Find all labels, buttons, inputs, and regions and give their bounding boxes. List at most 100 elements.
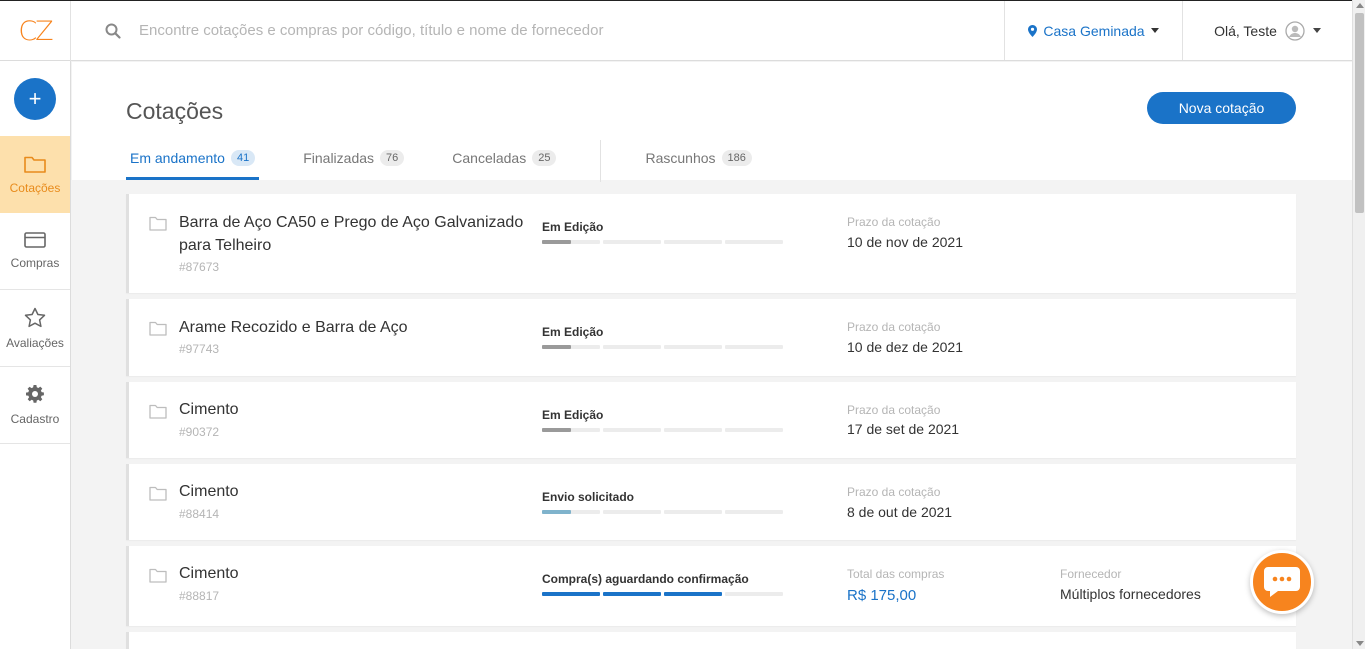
tab-em-andamento[interactable]: Em andamento 41	[126, 146, 260, 180]
quote-list: Barra de Aço CA50 e Prego de Aço Galvani…	[126, 194, 1296, 649]
user-greeting: Olá, Teste	[1214, 22, 1277, 39]
progress-segment	[725, 240, 783, 244]
search-icon	[103, 21, 123, 41]
sidebar-item-label: Avaliações	[6, 335, 64, 350]
tab-label: Em andamento	[130, 150, 225, 166]
map-pin-icon	[1028, 24, 1038, 37]
total-value: R$ 175,00	[847, 587, 917, 604]
quote-code: #88817	[179, 589, 220, 603]
sidebar-item-label: Cadastro	[10, 412, 60, 426]
quote-code: #87673	[179, 260, 220, 274]
progress-bar	[542, 592, 783, 596]
location-selector[interactable]: Casa Geminada	[1004, 1, 1182, 60]
quote-card[interactable]: Arame Recozido e Barra de Aço #97743 Em …	[126, 299, 1296, 376]
sidebar-item-compras[interactable]: Compras	[0, 213, 70, 290]
progress-segment	[603, 345, 661, 349]
deadline-label: Prazo da cotação	[847, 403, 941, 417]
count-badge: 25	[532, 150, 557, 166]
supplier-value: Múltiplos fornecedores	[1060, 586, 1201, 602]
avatar-icon	[1285, 20, 1305, 41]
progress-segment	[542, 510, 600, 514]
deadline-label: Prazo da cotação	[847, 215, 941, 229]
page-header: Cotações Nova cotação Em andamento 41 Fi…	[72, 62, 1352, 182]
progress-bar	[542, 510, 783, 514]
sidebar-nav: Cotações Compras Avaliações Cadastro	[0, 136, 70, 444]
deadline-value: 10 de nov de 2021	[847, 234, 963, 250]
deadline-label: Prazo da cotação	[847, 485, 941, 499]
quote-card[interactable]	[126, 632, 1296, 649]
deadline-label: Prazo da cotação	[847, 320, 941, 334]
quote-card[interactable]: Cimento #88817 Compra(s) aguardando conf…	[126, 546, 1296, 626]
user-menu[interactable]: Olá, Teste	[1182, 1, 1352, 60]
progress-segment	[542, 592, 600, 596]
progress-bar	[542, 240, 783, 244]
count-badge: 76	[380, 150, 405, 166]
scroll-up-arrow-icon[interactable]	[1356, 3, 1364, 8]
progress-segment	[542, 345, 571, 349]
tab-bar: Em andamento 41 Finalizadas 76 Cancelada…	[126, 140, 796, 182]
gear-icon	[26, 385, 44, 403]
progress-segment	[664, 240, 722, 244]
progress-segment	[542, 240, 600, 244]
progress-segment	[603, 428, 661, 432]
sidebar: + Cotações Compras Avaliações Cadastro	[0, 61, 71, 649]
scrollbar[interactable]	[1352, 0, 1365, 649]
progress-segment	[725, 345, 783, 349]
card-icon	[24, 232, 46, 248]
add-button[interactable]: +	[14, 78, 56, 120]
progress-segment	[542, 510, 571, 514]
page-title: Cotações	[126, 98, 224, 124]
status-label: Em Edição	[542, 325, 604, 339]
logo-text: CZ	[18, 15, 53, 47]
folder-icon	[149, 321, 167, 336]
sidebar-item-avaliacoes[interactable]: Avaliações	[0, 290, 70, 367]
scroll-down-arrow-icon[interactable]	[1356, 641, 1364, 646]
chevron-down-icon	[1312, 28, 1321, 33]
progress-bar	[542, 428, 783, 432]
progress-segment	[542, 345, 600, 349]
supplier-label: Fornecedor	[1060, 567, 1122, 581]
sidebar-item-cotacoes[interactable]: Cotações	[0, 136, 70, 213]
status-label: Em Edição	[542, 408, 604, 422]
progress-segment	[664, 592, 722, 596]
progress-segment	[664, 510, 722, 514]
progress-segment	[603, 240, 661, 244]
quote-code: #88414	[179, 507, 220, 521]
tab-finalizadas[interactable]: Finalizadas 76	[299, 146, 408, 180]
sidebar-item-cadastro[interactable]: Cadastro	[0, 367, 70, 444]
deadline-value: 10 de dez de 2021	[847, 339, 963, 355]
quote-title: Cimento	[179, 565, 239, 582]
progress-segment	[725, 428, 783, 432]
progress-bar	[542, 345, 783, 349]
quote-code: #90372	[179, 425, 220, 439]
quote-title: Cimento	[179, 401, 239, 418]
top-bar: CZ Casa Geminada Olá, Teste	[0, 0, 1352, 61]
new-quote-button[interactable]: Nova cotação	[1147, 92, 1296, 124]
quote-title: Cimento	[179, 483, 239, 500]
star-icon	[24, 307, 46, 327]
quote-card[interactable]: Cimento #90372 Em Edição Prazo da cotaçã…	[126, 382, 1296, 458]
progress-segment	[542, 240, 571, 244]
tab-rascunhos[interactable]: Rascunhos 186	[641, 146, 755, 180]
progress-segment	[542, 428, 600, 432]
total-label: Total das compras	[847, 567, 945, 581]
quote-title: Barra de Aço CA50 e Prego de Aço Galvani…	[179, 214, 524, 254]
progress-segment	[542, 428, 571, 432]
tab-label: Canceladas	[452, 150, 527, 166]
sidebar-item-label: Compras	[10, 256, 60, 270]
quote-card[interactable]: Cimento #88414 Envio solicitado Prazo da…	[126, 464, 1296, 540]
chevron-down-icon	[1150, 28, 1159, 33]
chat-button[interactable]	[1250, 550, 1314, 614]
folder-icon	[149, 216, 167, 231]
folder-icon	[24, 156, 46, 173]
count-badge: 186	[721, 150, 752, 166]
quote-card[interactable]: Barra de Aço CA50 e Prego de Aço Galvani…	[126, 194, 1296, 293]
search-input[interactable]	[139, 22, 739, 39]
scroll-thumb[interactable]	[1355, 13, 1364, 213]
status-label: Em Edição	[542, 220, 604, 234]
tab-canceladas[interactable]: Canceladas 25	[448, 146, 560, 180]
quote-title: Arame Recozido e Barra de Aço	[179, 319, 408, 336]
status-label: Envio solicitado	[542, 490, 635, 504]
logo[interactable]: CZ	[0, 1, 71, 61]
progress-segment	[603, 510, 661, 514]
